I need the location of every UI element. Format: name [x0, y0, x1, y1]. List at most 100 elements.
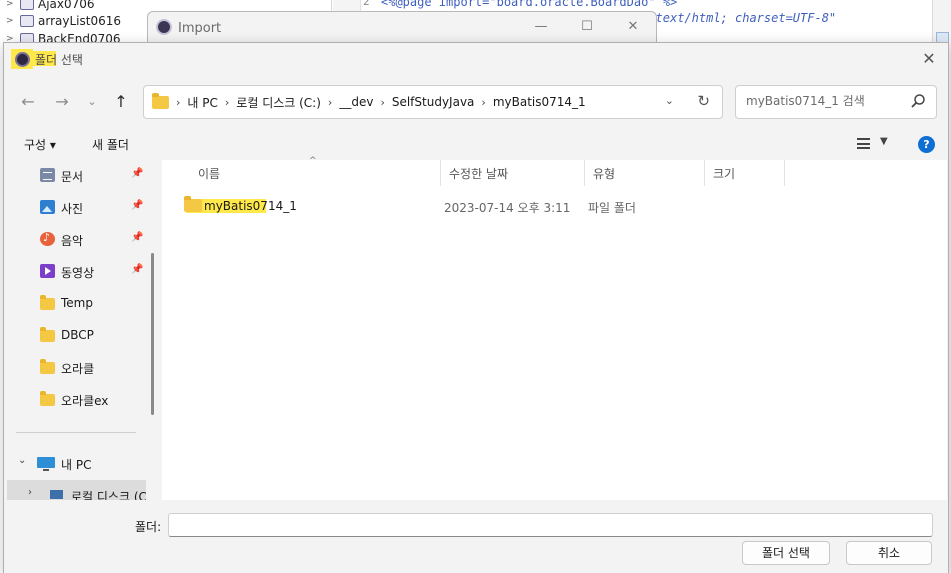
line-number: 2 [363, 0, 370, 8]
nav-item-label: 문서 [61, 170, 84, 184]
folder-name-input[interactable] [168, 513, 933, 537]
chevron-right-icon[interactable]: › [176, 96, 180, 109]
project-icon [20, 0, 34, 10]
dialog-footer: 폴더: 폴더 선택 취소 [4, 503, 948, 573]
nav-item-this-pc[interactable]: ⌄ 내 PC [7, 448, 146, 478]
nav-item-videos[interactable]: 동영상 📌 [7, 256, 146, 286]
nav-item-label: Temp [61, 296, 93, 310]
search-box[interactable] [735, 85, 937, 119]
column-header-label: 수정한 날짜 [449, 167, 509, 181]
eclipse-app-icon [156, 19, 172, 35]
breadcrumb-item[interactable]: SelfStudyJava [392, 95, 475, 109]
drive-icon [50, 490, 63, 499]
nav-item-label: 사진 [61, 202, 84, 216]
folder-icon [40, 327, 55, 342]
folder-icon [40, 391, 55, 406]
pin-icon[interactable]: 📌 [131, 232, 143, 243]
tree-item-label: arrayList0616 [38, 14, 121, 28]
navigation-row: ← → ⌄ ↑ › 내 PC › 로컬 디스크 (C:) › __dev › S… [4, 83, 948, 121]
folder-icon [152, 92, 169, 109]
sort-up-icon: ^ [309, 156, 317, 166]
code-line: <%@page import="board.oracle.BoardDao" %… [381, 0, 678, 9]
project-icon [20, 15, 34, 27]
search-icon[interactable] [910, 93, 926, 109]
nav-item-oracle-ex[interactable]: 오라클ex [7, 384, 146, 414]
column-header-date[interactable]: 수정한 날짜 [441, 160, 585, 186]
pin-icon[interactable]: 📌 [131, 264, 143, 275]
nav-item-music[interactable]: 음악 📌 [7, 224, 146, 254]
close-icon[interactable]: ✕ [622, 18, 644, 36]
nav-item-label: 로컬 디스크 (C [71, 490, 146, 500]
help-icon[interactable]: ? [918, 136, 935, 153]
column-header-label: 이름 [198, 167, 221, 181]
nav-item-temp[interactable]: Temp [7, 288, 146, 318]
recent-dropdown-icon[interactable]: ⌄ [81, 91, 103, 113]
pictures-icon [40, 200, 55, 214]
column-header-type[interactable]: 유형 [585, 160, 705, 186]
search-input[interactable] [746, 94, 906, 108]
folder-icon [184, 196, 202, 212]
nav-item-pictures[interactable]: 사진 📌 [7, 192, 146, 222]
folder-select-dialog: 폴더 선택 ✕ ← → ⌄ ↑ › 내 PC › 로컬 디스크 (C:) › _… [3, 42, 949, 573]
folder-icon [40, 295, 55, 310]
tree-item[interactable]: > arrayList0616 [6, 12, 121, 30]
breadcrumb-item[interactable]: myBatis0714_1 [493, 95, 586, 109]
chevron-down-icon[interactable]: ⌄ [18, 455, 26, 466]
chevron-right-icon[interactable]: › [28, 487, 32, 498]
folder-icon [40, 359, 55, 374]
nav-item-dbcp[interactable]: DBCP [7, 320, 146, 350]
column-header-name[interactable]: 이름 ^ [162, 156, 441, 186]
dialog-titlebar: 폴더 선택 ✕ [4, 43, 948, 75]
nav-item-documents[interactable]: 문서 📌 [7, 160, 146, 190]
select-folder-button[interactable]: 폴더 선택 [742, 541, 830, 565]
tree-item-label: Ajax0706 [38, 0, 95, 11]
pin-icon[interactable]: 📌 [131, 200, 143, 211]
column-header-label: 유형 [593, 167, 616, 181]
breadcrumb-item[interactable]: __dev [339, 95, 373, 109]
chevron-right-icon[interactable]: › [481, 96, 485, 109]
back-arrow-icon[interactable]: ← [17, 91, 39, 113]
file-row[interactable]: myBatis0714_1 2023-07-14 오후 3:11 파일 폴더 [162, 196, 947, 218]
videos-icon [40, 264, 55, 278]
minimize-icon[interactable]: — [530, 18, 552, 36]
nav-scrollbar[interactable] [151, 253, 154, 415]
dialog-title: 폴더 선택 [35, 53, 83, 67]
chevron-down-icon[interactable]: ▼ [880, 136, 888, 147]
music-icon [40, 231, 55, 246]
nav-item-local-disk[interactable]: › 로컬 디스크 (C [7, 480, 146, 500]
navigation-pane[interactable]: 문서 📌 사진 📌 음악 📌 동영상 📌 Temp DBCP 오라클 [7, 160, 146, 500]
refresh-icon[interactable]: ↻ [697, 92, 710, 110]
cancel-button[interactable]: 취소 [846, 541, 932, 565]
nav-divider [16, 432, 136, 433]
chevron-right-icon[interactable]: › [380, 96, 384, 109]
nav-item-label: 음악 [61, 234, 84, 248]
view-options-icon[interactable] [857, 138, 870, 149]
import-window-title: Import [178, 21, 222, 36]
close-icon[interactable]: ✕ [918, 49, 940, 69]
file-list[interactable]: 이름 ^ 수정한 날짜 유형 크기 myBatis0714_1 2023-07-… [162, 156, 947, 500]
nav-item-label: DBCP [61, 328, 94, 342]
nav-item-oracle[interactable]: 오라클 [7, 352, 146, 382]
new-folder-button[interactable]: 새 폴더 [92, 136, 129, 153]
nav-item-label: 동영상 [61, 266, 95, 280]
breadcrumb-item[interactable]: 내 PC [187, 94, 217, 111]
file-date: 2023-07-14 오후 3:11 [444, 201, 571, 215]
nav-item-label: 내 PC [61, 458, 92, 472]
file-type: 파일 폴더 [588, 201, 636, 215]
chevron-right-icon[interactable]: › [225, 96, 229, 109]
folder-label: 폴더: [135, 520, 162, 534]
column-header-size[interactable]: 크기 [705, 160, 785, 186]
chevron-right-icon[interactable]: > [6, 0, 16, 9]
pin-icon[interactable]: 📌 [131, 168, 143, 179]
chevron-right-icon[interactable]: > [6, 16, 16, 26]
file-name: myBatis0714_1 [204, 199, 297, 213]
chevron-right-icon[interactable]: › [328, 96, 332, 109]
address-bar[interactable]: › 내 PC › 로컬 디스크 (C:) › __dev › SelfStudy… [143, 85, 723, 119]
computer-icon [37, 457, 55, 471]
breadcrumb-item[interactable]: 로컬 디스크 (C:) [236, 94, 321, 111]
organize-menu[interactable]: 구성 ▾ [24, 136, 56, 153]
forward-arrow-icon[interactable]: → [51, 91, 73, 113]
up-arrow-icon[interactable]: ↑ [110, 91, 132, 113]
maximize-icon[interactable]: ☐ [576, 18, 598, 36]
chevron-down-icon[interactable]: ⌄ [665, 94, 674, 107]
